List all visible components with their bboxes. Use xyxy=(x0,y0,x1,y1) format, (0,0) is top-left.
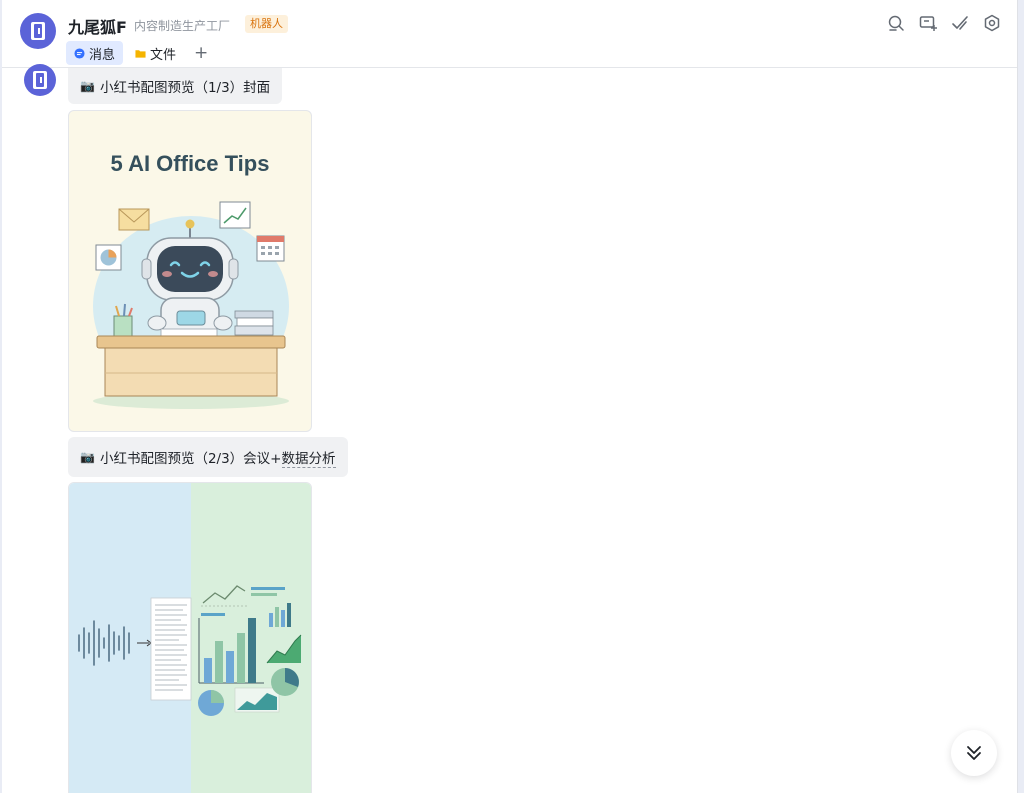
tab-messages[interactable]: 消息 xyxy=(66,41,124,65)
bot-badge: 机器人 xyxy=(245,15,288,33)
message-text: 小红书配图预览（1/3）封面 xyxy=(99,80,271,96)
message-text: 小红书配图预览（2/3）会议+ xyxy=(99,451,282,467)
chat-subtitle: 内容制造生产工厂 xyxy=(134,19,231,33)
book-icon xyxy=(33,71,47,89)
tab-files[interactable]: 文件 xyxy=(127,41,184,65)
folder-icon xyxy=(135,49,146,58)
cover-image[interactable]: 5 AI Office Tips xyxy=(68,110,312,432)
chat-window: 九尾狐F 内容制造生产工厂 机器人 消息 文件 + 📷 小红书配图预览（1/3）… xyxy=(2,0,1018,793)
pen-check-icon[interactable] xyxy=(951,14,969,32)
meeting-data-illustration xyxy=(69,483,311,793)
tab-messages-label: 消息 xyxy=(89,47,116,63)
header-toolbar xyxy=(887,14,1001,32)
book-icon xyxy=(31,22,45,40)
chat-header: 九尾狐F 内容制造生产工厂 机器人 消息 文件 + xyxy=(2,0,1017,68)
chat-tabs: 消息 文件 + xyxy=(66,41,208,65)
meeting-data-image[interactable] xyxy=(68,482,312,793)
search-icon[interactable] xyxy=(887,14,905,32)
camera-icon: 📷 xyxy=(80,79,95,93)
message-bubble[interactable]: 📷 小红书配图预览（1/3）封面 xyxy=(68,68,283,104)
settings-icon[interactable] xyxy=(983,14,1001,32)
robot-desk-illustration xyxy=(93,201,289,409)
chat-name[interactable]: 九尾狐F xyxy=(68,14,127,38)
add-tab-button[interactable]: + xyxy=(194,43,208,63)
double-chevron-down-icon xyxy=(967,746,981,760)
tab-files-label: 文件 xyxy=(150,47,177,63)
message-link-text[interactable]: 数据分析 xyxy=(281,447,336,468)
add-screen-icon[interactable] xyxy=(919,14,937,32)
message-avatar[interactable] xyxy=(24,64,56,96)
bot-avatar[interactable] xyxy=(20,13,56,49)
chat-bubble-icon xyxy=(74,47,85,59)
scroll-to-bottom-button[interactable] xyxy=(951,730,997,776)
message-bubble[interactable]: 📷 小红书配图预览（2/3）会议+ 数据分析 xyxy=(68,437,348,477)
camera-icon: 📷 xyxy=(80,450,95,464)
message-list: 📷 小红书配图预览（1/3）封面 5 AI Office Tips 📷 小红书配… xyxy=(2,64,1017,793)
